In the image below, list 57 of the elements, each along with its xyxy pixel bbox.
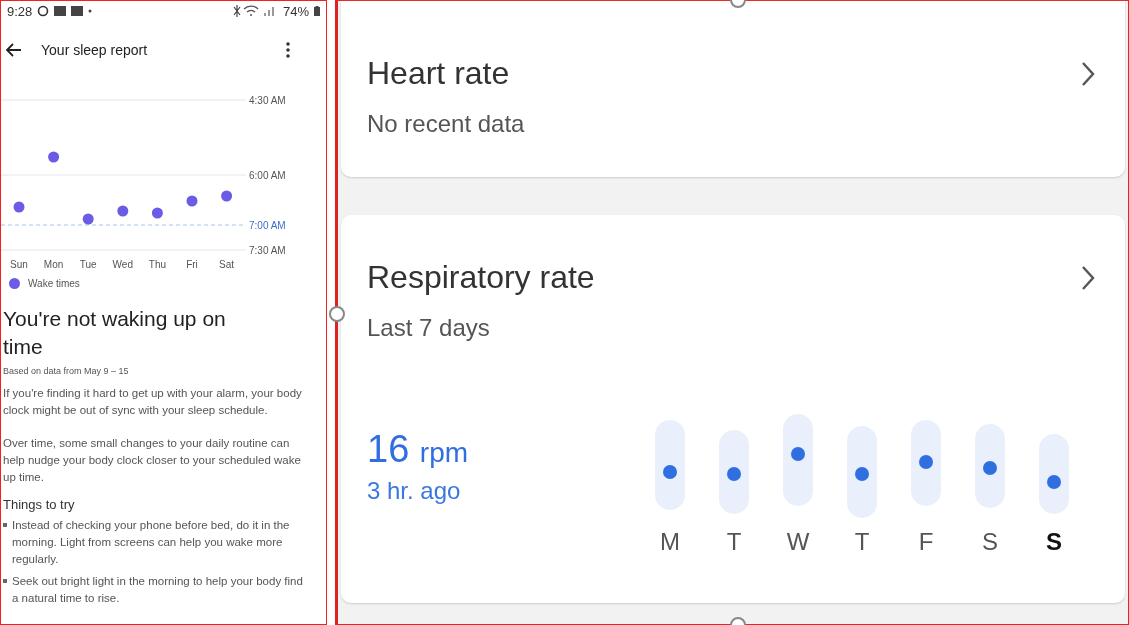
bullet-icon bbox=[3, 579, 7, 583]
dot-icon bbox=[88, 9, 93, 13]
x-axis-label: Wed bbox=[112, 259, 133, 270]
notification-icon bbox=[71, 6, 84, 16]
ring-icon bbox=[37, 5, 50, 17]
insight-title: You're not waking up on time bbox=[3, 306, 227, 360]
insight-paragraph: Over time, some small changes to your daily routine can help nudge your body clock closer to your scheduled wake up time. bbox=[3, 436, 302, 485]
heart-rate-card[interactable]: Heart rate No recent data bbox=[341, 1, 1125, 177]
y-axis-label: 4:30 AM bbox=[249, 95, 286, 106]
y-axis-label: 7:30 AM bbox=[249, 245, 286, 256]
rate-value: 16 bbox=[367, 428, 410, 470]
status-time: 9:28 bbox=[7, 3, 33, 19]
more-options-icon[interactable] bbox=[286, 42, 290, 58]
wake-time-dot bbox=[151, 207, 163, 219]
x-axis-label: Fri bbox=[186, 259, 198, 270]
day-label[interactable]: T bbox=[726, 528, 742, 556]
card-title: Respiratory rate bbox=[367, 259, 595, 296]
chevron-right-icon bbox=[1081, 264, 1095, 291]
wake-time-dot bbox=[82, 213, 94, 225]
tip-text: Instead of checking your phone before bed, do it in the morning. Light from screens can help you wake more regularly. bbox=[12, 518, 291, 567]
wake-time-dot bbox=[48, 151, 60, 163]
tips-heading: Things to try bbox=[3, 497, 76, 512]
day-label[interactable]: S bbox=[1046, 528, 1062, 556]
x-axis-label: Thu bbox=[148, 259, 166, 270]
x-axis-label: Sat bbox=[219, 259, 235, 270]
legend-label: Wake times bbox=[28, 278, 80, 289]
reading-time: 3 hr. ago bbox=[367, 477, 462, 505]
battery-percent: 74% bbox=[282, 3, 309, 19]
tip-text: Seek out bright light in the morning to help your body find a natural time to rise. bbox=[12, 574, 304, 606]
back-arrow-icon[interactable] bbox=[6, 43, 22, 57]
day-label[interactable]: S bbox=[982, 528, 998, 556]
wake-time-dot bbox=[186, 195, 198, 207]
day-label[interactable]: M bbox=[660, 528, 680, 556]
card-subtitle: No recent data bbox=[367, 110, 526, 138]
card-title: Heart rate bbox=[367, 55, 510, 92]
day-label[interactable]: F bbox=[918, 528, 934, 556]
battery-icon bbox=[314, 6, 320, 16]
wake-time-dot bbox=[13, 201, 25, 213]
bullet-icon bbox=[3, 523, 7, 527]
card-subtitle: Last 7 days bbox=[367, 314, 491, 342]
insight-date-range: Based on data from May 9 – 15 bbox=[3, 366, 130, 376]
wake-time-dot bbox=[221, 190, 233, 202]
resize-handle[interactable] bbox=[329, 306, 345, 322]
target-time-label: 7:00 AM bbox=[249, 220, 286, 231]
y-axis-label: 6:00 AM bbox=[249, 170, 286, 181]
day-label[interactable]: W bbox=[786, 528, 810, 556]
x-axis-label: Sun bbox=[10, 259, 28, 270]
insight-paragraph: If you're finding it hard to get up with your alarm, your body clock might be out of sync with your sleep schedule. bbox=[3, 386, 303, 418]
wake-time-dot bbox=[117, 205, 129, 217]
rate-unit: rpm bbox=[419, 437, 469, 468]
day-label[interactable]: T bbox=[854, 528, 870, 556]
chevron-right-icon bbox=[1081, 60, 1095, 87]
notification-icon bbox=[54, 6, 67, 16]
x-axis-label: Tue bbox=[79, 259, 97, 270]
x-axis-label: Mon bbox=[43, 259, 64, 270]
screen-title: Your sleep report bbox=[41, 42, 149, 58]
respiratory-rate-card[interactable]: Respiratory rate Last 7 days 16 rpm 3 hr. ago M T W T F S S bbox=[341, 215, 1125, 603]
